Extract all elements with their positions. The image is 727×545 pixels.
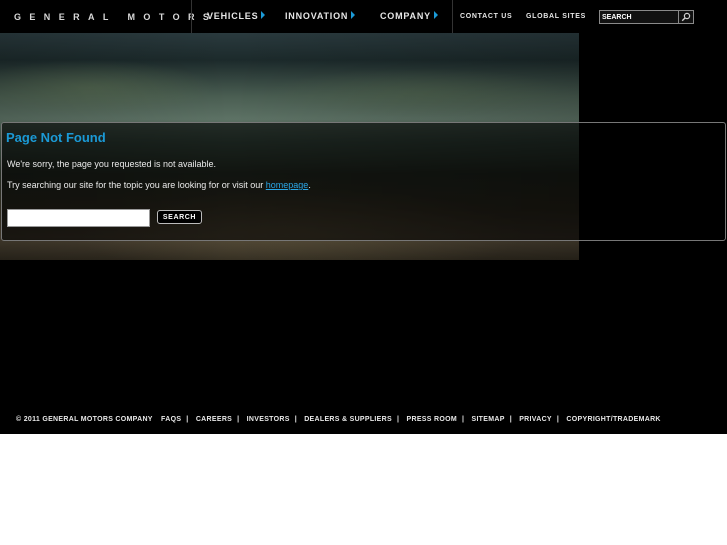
nav-innovation[interactable]: INNOVATION <box>285 11 356 21</box>
footer-careers[interactable]: CAREERS <box>196 416 232 423</box>
header-search-input[interactable] <box>599 10 680 24</box>
footer-dealers-suppliers[interactable]: DEALERS & SUPPLIERS <box>304 416 392 423</box>
page: GENERAL MOTORS VEHICLES INNOVATION COMPA… <box>0 0 727 434</box>
footer-copyright: © 2011 GENERAL MOTORS COMPANY <box>16 416 153 423</box>
suggestion-period: . <box>308 180 311 190</box>
arrow-right-icon <box>261 11 266 19</box>
page-title: Page Not Found <box>6 130 106 145</box>
nav-company[interactable]: COMPANY <box>380 11 438 21</box>
brand-logo[interactable]: GENERAL MOTORS <box>14 12 217 22</box>
nav-divider <box>452 0 453 33</box>
top-navigation-bar: GENERAL MOTORS VEHICLES INNOVATION COMPA… <box>0 0 727 33</box>
footer-faqs[interactable]: FAQS <box>161 416 181 423</box>
nav-company-label: COMPANY <box>380 11 431 21</box>
magnifier-icon <box>681 12 691 22</box>
footer-separator: | <box>237 416 240 423</box>
footer-press-room[interactable]: PRESS ROOM <box>407 416 457 423</box>
header-search-button[interactable] <box>678 10 694 24</box>
sorry-message: We're sorry, the page you requested is n… <box>7 159 217 169</box>
nav-vehicles-label: VEHICLES <box>207 11 259 21</box>
footer-investors[interactable]: INVESTORS <box>247 416 290 423</box>
suggestion-text: Try searching our site for the topic you… <box>7 180 266 190</box>
nav-vehicles[interactable]: VEHICLES <box>207 11 266 21</box>
arrow-right-icon <box>433 11 438 19</box>
footer-sitemap[interactable]: SITEMAP <box>471 416 504 423</box>
footer-separator: | <box>509 416 512 423</box>
site-search-input[interactable] <box>7 209 150 227</box>
nav-divider <box>191 0 192 33</box>
footer-copyright-trademark[interactable]: COPYRIGHT/TRADEMARK <box>566 416 660 423</box>
footer-separator: | <box>186 416 189 423</box>
homepage-link[interactable]: homepage <box>266 180 309 190</box>
site-search-button[interactable]: SEARCH <box>157 210 202 224</box>
nav-innovation-label: INNOVATION <box>285 11 349 21</box>
footer-privacy[interactable]: PRIVACY <box>519 416 552 423</box>
global-sites-link[interactable]: GLOBAL SITES <box>526 13 586 20</box>
page-not-found-panel: Page Not Found We're sorry, the page you… <box>1 122 726 241</box>
footer-separator: | <box>294 416 297 423</box>
search-suggestion-message: Try searching our site for the topic you… <box>7 180 311 190</box>
footer-separator: | <box>396 416 400 423</box>
arrow-right-icon <box>351 11 356 19</box>
footer-separator: | <box>461 416 465 423</box>
footer-separator: | <box>556 416 560 423</box>
footer-links: © 2011 GENERAL MOTORS COMPANY FAQS | CARE… <box>16 416 661 423</box>
contact-us-link[interactable]: CONTACT US <box>460 13 512 20</box>
